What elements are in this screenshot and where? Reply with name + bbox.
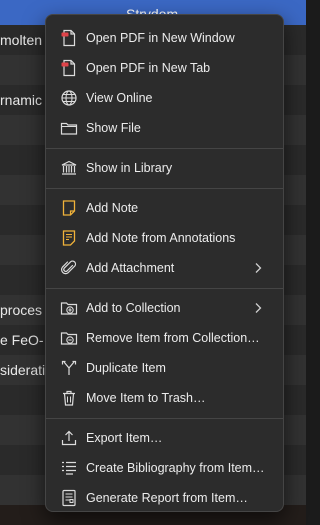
- menu-item-label: Add to Collection: [86, 301, 181, 315]
- menu-item-show-in-library[interactable]: Show in Library: [46, 153, 283, 183]
- menu-item-view-online[interactable]: View Online: [46, 83, 283, 113]
- menu-item-export-item[interactable]: Export Item…: [46, 423, 283, 453]
- context-menu: Open PDF in New Window Open PDF in New T…: [45, 14, 284, 512]
- pdf-window-icon: [60, 29, 78, 47]
- menu-item-label: Open PDF in New Window: [86, 31, 235, 45]
- chevron-right-icon: [255, 263, 262, 273]
- menu-item-label: Generate Report from Item…: [86, 491, 248, 505]
- menu-item-duplicate-item[interactable]: Duplicate Item: [46, 353, 283, 383]
- report-icon: [60, 489, 78, 507]
- menu-item-label: View Online: [86, 91, 153, 105]
- duplicate-icon: [60, 359, 78, 377]
- trash-icon: [60, 389, 78, 407]
- remove-collection-icon: [60, 329, 78, 347]
- bibliography-icon: [60, 459, 78, 477]
- menu-item-add-attachment[interactable]: Add Attachment: [46, 253, 283, 283]
- export-icon: [60, 429, 78, 447]
- menu-item-show-file[interactable]: Show File: [46, 113, 283, 143]
- note-annotations-icon: [60, 229, 78, 247]
- menu-item-label: Show in Library: [86, 161, 173, 175]
- menu-item-open-pdf-new-tab[interactable]: Open PDF in New Tab: [46, 53, 283, 83]
- menu-item-create-bibliography[interactable]: Create Bibliography from Item…: [46, 453, 283, 483]
- menu-item-add-to-collection[interactable]: Add to Collection: [46, 293, 283, 323]
- menu-item-add-note[interactable]: Add Note: [46, 193, 283, 223]
- folder-icon: [60, 119, 78, 137]
- add-collection-icon: [60, 299, 78, 317]
- menu-item-label: Export Item…: [86, 431, 163, 445]
- menu-separator: [46, 288, 283, 289]
- menu-item-label: Add Note from Annotations: [86, 231, 236, 245]
- chevron-right-icon: [255, 303, 262, 313]
- menu-item-move-to-trash[interactable]: Move Item to Trash…: [46, 383, 283, 413]
- menu-item-label: Add Note: [86, 201, 139, 215]
- menu-separator: [46, 148, 283, 149]
- menu-item-label: Show File: [86, 121, 141, 135]
- menu-item-label: Remove Item from Collection…: [86, 331, 260, 345]
- menu-item-label: Create Bibliography from Item…: [86, 461, 265, 475]
- menu-item-label: Move Item to Trash…: [86, 391, 206, 405]
- pdf-tab-icon: [60, 59, 78, 77]
- menu-item-label: Open PDF in New Tab: [86, 61, 211, 75]
- menu-item-generate-report[interactable]: Generate Report from Item…: [46, 483, 283, 513]
- note-icon: [60, 199, 78, 217]
- menu-item-open-pdf-new-window[interactable]: Open PDF in New Window: [46, 23, 283, 53]
- library-icon: [60, 159, 78, 177]
- menu-item-remove-from-collection[interactable]: Remove Item from Collection…: [46, 323, 283, 353]
- globe-icon: [60, 89, 78, 107]
- menu-separator: [46, 188, 283, 189]
- menu-separator: [46, 418, 283, 419]
- paperclip-icon: [60, 259, 78, 277]
- menu-item-label: Duplicate Item: [86, 361, 166, 375]
- menu-item-add-note-from-annotations[interactable]: Add Note from Annotations: [46, 223, 283, 253]
- menu-item-label: Add Attachment: [86, 261, 175, 275]
